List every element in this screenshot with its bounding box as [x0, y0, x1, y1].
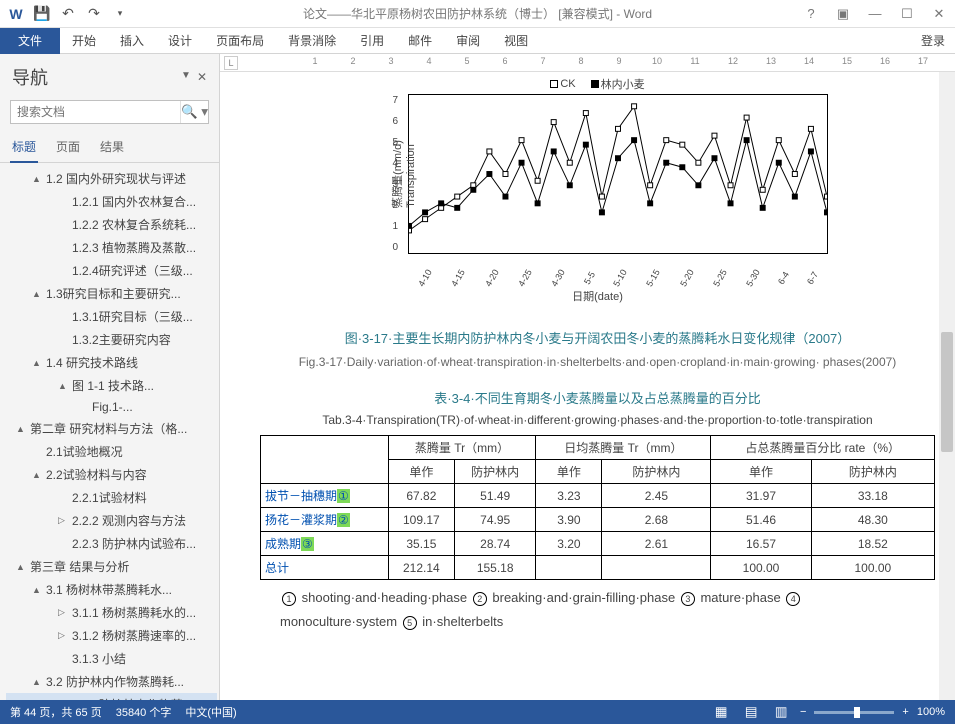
tree-item[interactable]: 1.2.1 国内外农林复合...: [6, 190, 217, 213]
tree-item[interactable]: 1.2.2 农林复合系统耗...: [6, 213, 217, 236]
nav-tab-pages[interactable]: 页面: [54, 134, 82, 162]
tab-layout[interactable]: 页面布局: [204, 28, 276, 54]
nav-close-icon[interactable]: ✕: [197, 70, 207, 84]
tree-item[interactable]: ▲3.2 防护林内作物蒸腾耗...: [6, 670, 217, 693]
view-web-icon[interactable]: ▥: [770, 703, 792, 721]
window-controls: ? ▣ — ☐ ✕: [799, 6, 951, 22]
status-language[interactable]: 中文(中国): [185, 704, 236, 720]
tree-item[interactable]: ▲1.2 国内外研究现状与评述: [6, 167, 217, 190]
legend-in: 林内小麦: [601, 76, 645, 92]
nav-tree[interactable]: ▲1.2 国内外研究现状与评述1.2.1 国内外农林复合...1.2.2 农林复…: [0, 163, 219, 700]
table-caption-en: Tab.3-4·Transpiration(TR)·of·wheat·in·di…: [260, 413, 935, 427]
ribbon-tabs: 文件 开始 插入 设计 页面布局 背景消除 引用 邮件 审阅 视图 登录: [0, 28, 955, 54]
maximize-icon[interactable]: ☐: [895, 6, 919, 22]
window-title: 论文——华北平原杨树农田防护林系统（博士） [兼容模式] - Word: [303, 5, 652, 22]
minimize-icon[interactable]: —: [863, 6, 887, 22]
help-icon[interactable]: ?: [799, 6, 823, 22]
tab-home[interactable]: 开始: [60, 28, 108, 54]
close-icon[interactable]: ✕: [927, 6, 951, 22]
title-bar: W 💾 ↶ ↷ ▾ 论文——华北平原杨树农田防护林系统（博士） [兼容模式] -…: [0, 0, 955, 28]
tree-item[interactable]: Fig.1-...: [6, 397, 217, 417]
figure-caption-cn: 图·3-17·主要生长期内防护林内冬小麦与开阔农田冬小麦的蒸腾耗水日变化规律（2…: [260, 328, 935, 347]
tree-item[interactable]: ▷3.1.1 杨树蒸腾耗水的...: [6, 601, 217, 624]
x-axis-label: 日期(date): [368, 288, 828, 304]
x-axis: 4-104-154-204-254-305-55-105-155-205-255…: [409, 273, 827, 283]
tab-insert[interactable]: 插入: [108, 28, 156, 54]
view-read-icon[interactable]: ▦: [710, 703, 732, 721]
search-input[interactable]: [11, 101, 180, 123]
redo-icon[interactable]: ↷: [82, 2, 106, 26]
tree-item[interactable]: 3.1.3 小结: [6, 647, 217, 670]
undo-icon[interactable]: ↶: [56, 2, 80, 26]
tab-mailings[interactable]: 邮件: [396, 28, 444, 54]
tree-item[interactable]: 1.2.4研究评述（三级...: [6, 259, 217, 282]
tree-item[interactable]: ▷3.2.1防护林内作物蒸...: [6, 693, 217, 700]
data-table: 蒸腾量 Tr（mm）日均蒸腾量 Tr（mm）占总蒸腾量百分比 rate（%）单作…: [260, 435, 935, 580]
nav-tabs: 标题 页面 结果: [0, 128, 219, 163]
tab-view[interactable]: 视图: [492, 28, 540, 54]
tree-item[interactable]: 1.2.3 植物蒸腾及蒸散...: [6, 236, 217, 259]
nav-title: 导航: [12, 64, 48, 90]
tab-references[interactable]: 引用: [348, 28, 396, 54]
status-page[interactable]: 第 44 页，共 65 页: [10, 704, 102, 720]
save-icon[interactable]: 💾: [30, 2, 54, 26]
chart: CK 林内小麦 蒸腾量(mm/d)Transpiration 01234567 …: [368, 76, 828, 304]
legend-ck: CK: [560, 78, 575, 90]
zoom-out-icon[interactable]: −: [800, 706, 806, 718]
tree-item[interactable]: ▷2.2.2 观测内容与方法: [6, 509, 217, 532]
document-area: L 1234567891011121314151617 CK 林内小麦 蒸腾量(…: [220, 54, 955, 700]
figure-caption-en: Fig.3-17·Daily·variation·of·wheat·transp…: [260, 353, 935, 372]
search-button[interactable]: 🔍 ▾: [180, 101, 208, 123]
tab-review[interactable]: 审阅: [444, 28, 492, 54]
tree-item[interactable]: ▲第二章 研究材料与方法（格...: [6, 417, 217, 440]
zoom-level[interactable]: 100%: [917, 706, 945, 718]
qat-more-icon[interactable]: ▾: [108, 2, 132, 26]
vertical-scrollbar[interactable]: [939, 72, 955, 700]
chart-lines: [409, 95, 827, 253]
tab-design[interactable]: 设计: [156, 28, 204, 54]
zoom-in-icon[interactable]: +: [902, 706, 908, 718]
tree-item[interactable]: ▲图 1-1 技术路...: [6, 374, 217, 397]
status-bar: 第 44 页，共 65 页 35840 个字 中文(中国) ▦ ▤ ▥ − + …: [0, 700, 955, 724]
ribbon-collapse-icon[interactable]: ▣: [831, 6, 855, 22]
tree-item[interactable]: ▲1.3研究目标和主要研究...: [6, 282, 217, 305]
chart-plot-area: 蒸腾量(mm/d)Transpiration 01234567 4-104-15…: [408, 94, 828, 254]
tab-bgremove[interactable]: 背景消除: [276, 28, 348, 54]
word-icon: W: [4, 2, 28, 26]
tree-item[interactable]: ▲3.1 杨树林带蒸腾耗水...: [6, 578, 217, 601]
phase-legend: 1 shooting·and·heading·phase 2 breaking·…: [280, 586, 915, 633]
nav-tab-results[interactable]: 结果: [98, 134, 126, 162]
login-link[interactable]: 登录: [921, 32, 945, 49]
quick-access-toolbar: W 💾 ↶ ↷ ▾: [4, 2, 132, 26]
tree-item[interactable]: 2.1试验地概况: [6, 440, 217, 463]
nav-dropdown-icon[interactable]: ▼: [181, 70, 191, 84]
tree-item[interactable]: 2.2.3 防护林内试验布...: [6, 532, 217, 555]
status-wordcount[interactable]: 35840 个字: [116, 704, 172, 720]
view-print-icon[interactable]: ▤: [740, 703, 762, 721]
navigation-pane: 导航 ▼ ✕ 🔍 ▾ 标题 页面 结果 ▲1.2 国内外研究现状与评述1.2.1…: [0, 54, 220, 700]
tree-item[interactable]: ▲第三章 结果与分析: [6, 555, 217, 578]
tree-item[interactable]: ▲1.4 研究技术路线: [6, 351, 217, 374]
tree-item[interactable]: ▲2.2试验材料与内容: [6, 463, 217, 486]
nav-tab-headings[interactable]: 标题: [10, 134, 38, 163]
zoom-slider[interactable]: [814, 711, 894, 714]
table-caption-cn: 表·3-4·不同生育期冬小麦蒸腾量以及占总蒸腾量的百分比: [260, 388, 935, 407]
search-box: 🔍 ▾: [10, 100, 209, 124]
y-axis: 01234567: [393, 95, 399, 253]
document-page[interactable]: CK 林内小麦 蒸腾量(mm/d)Transpiration 01234567 …: [220, 72, 955, 700]
tree-item[interactable]: 2.2.1试验材料: [6, 486, 217, 509]
tab-file[interactable]: 文件: [0, 28, 60, 54]
tree-item[interactable]: 1.3.1研究目标（三级...: [6, 305, 217, 328]
chart-legend: CK 林内小麦: [368, 76, 828, 92]
ruler[interactable]: L 1234567891011121314151617: [220, 54, 955, 72]
tree-item[interactable]: ▷3.1.2 杨树蒸腾速率的...: [6, 624, 217, 647]
tree-item[interactable]: 1.3.2主要研究内容: [6, 328, 217, 351]
